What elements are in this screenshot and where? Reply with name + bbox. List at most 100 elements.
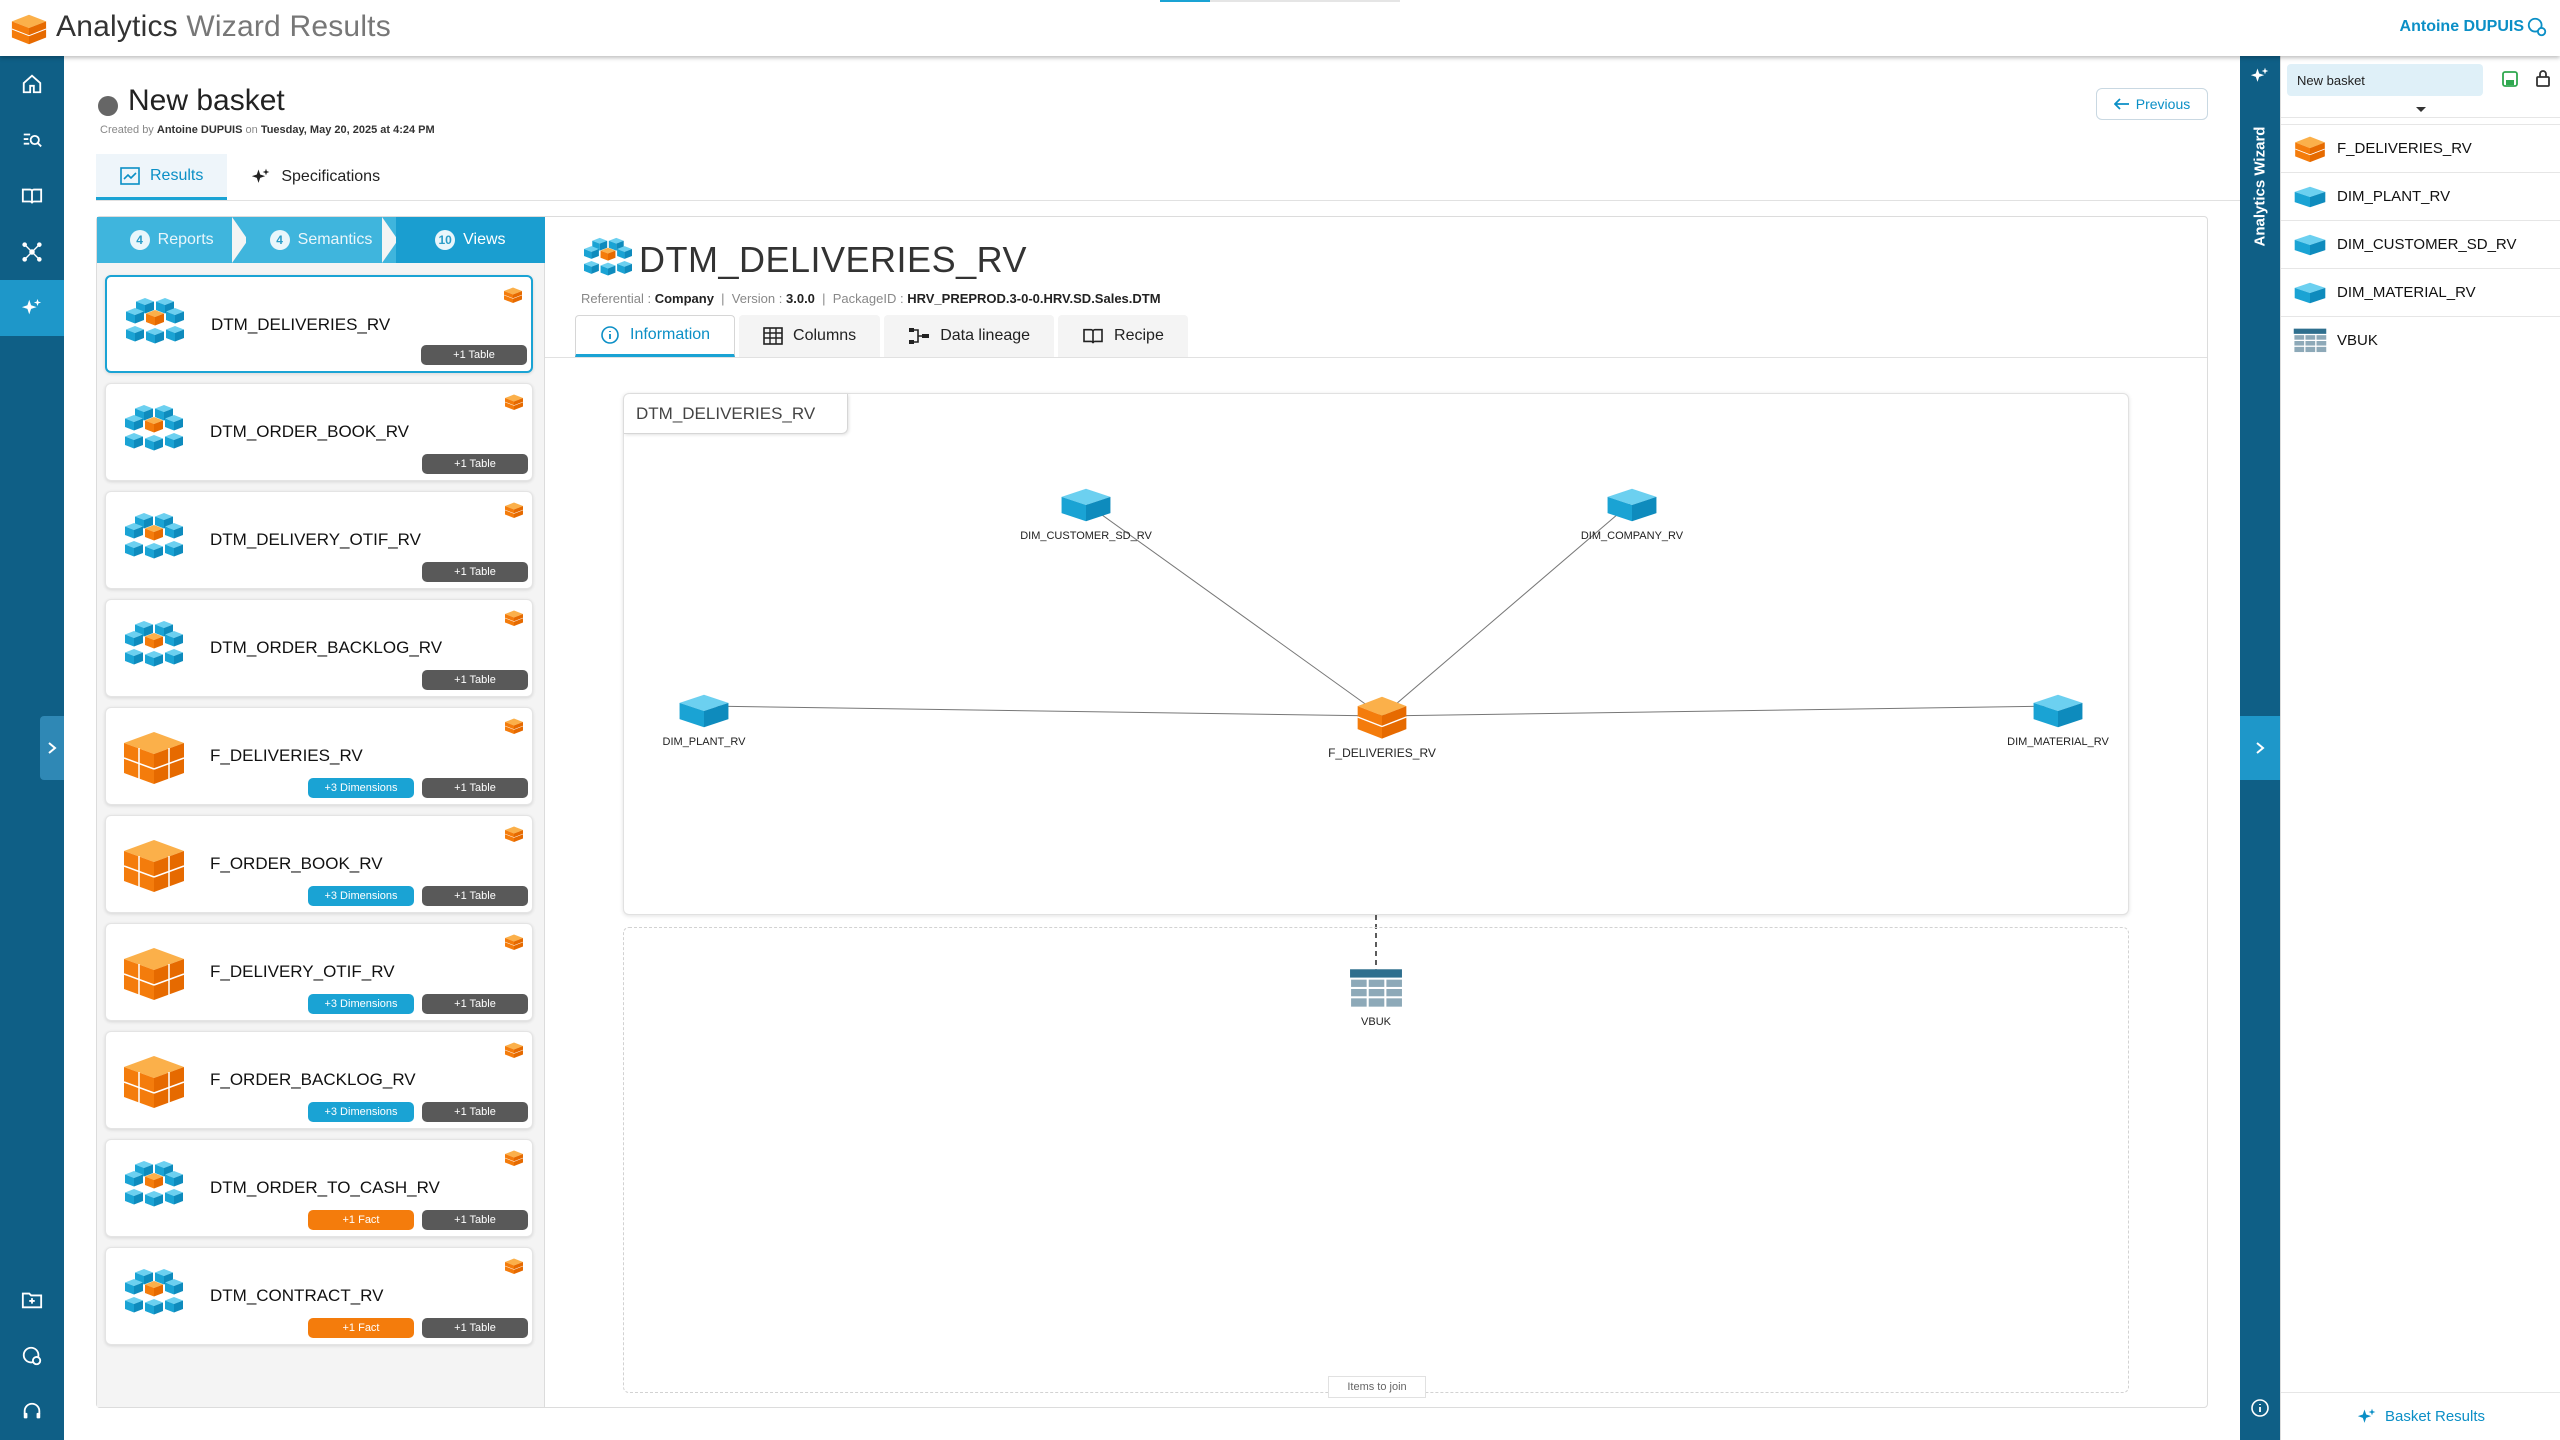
save-icon[interactable]	[2501, 70, 2519, 88]
object-type-icon	[504, 500, 524, 520]
nav-analytics-wizard[interactable]	[0, 280, 64, 336]
nav-home[interactable]	[0, 56, 64, 112]
badge-tbl[interactable]: +1 Table	[422, 454, 528, 474]
basket-item[interactable]: DIM_CUSTOMER_SD_RV	[2281, 220, 2560, 268]
badge-dim[interactable]: +3 Dimensions	[308, 886, 414, 906]
badge-tbl[interactable]: +1 Table	[422, 1318, 528, 1338]
fact-table-icon	[120, 944, 188, 1002]
view-card[interactable]: F_ORDER_BACKLOG_RV +3 Dimensions +1 Table	[105, 1031, 533, 1129]
tab-recipe[interactable]: Recipe	[1058, 315, 1188, 357]
badge-tbl[interactable]: +1 Table	[422, 778, 528, 798]
wizard-side-title: Analytics Wizard	[2244, 96, 2276, 276]
nav-user-settings[interactable]	[0, 1328, 64, 1384]
view-card[interactable]: DTM_DELIVERIES_RV +1 Table	[105, 275, 533, 373]
view-card-badges: +3 Dimensions +1 Table	[308, 994, 528, 1014]
app-title: Analytics Wizard Results	[56, 10, 391, 44]
view-card[interactable]: DTM_DELIVERY_OTIF_RV +1 Table	[105, 491, 533, 589]
badge-tbl[interactable]: +1 Table	[422, 886, 528, 906]
view-card[interactable]: DTM_ORDER_BACKLOG_RV +1 Table	[105, 599, 533, 697]
step-reports[interactable]: 4 Reports	[97, 217, 249, 263]
view-card-badges: +1 Fact +1 Table	[308, 1210, 528, 1230]
view-card-name: DTM_ORDER_TO_CASH_RV	[210, 1178, 440, 1197]
object-type-icon	[504, 824, 524, 844]
tab-information-label: Information	[630, 326, 711, 343]
previous-button[interactable]: Previous	[2096, 88, 2208, 120]
badge-dim[interactable]: +3 Dimensions	[308, 1102, 414, 1122]
lock-icon[interactable]	[2535, 68, 2551, 88]
tab-columns[interactable]: Columns	[739, 315, 881, 357]
nav-folder[interactable]	[0, 1272, 64, 1328]
tab-results[interactable]: Results	[96, 154, 228, 200]
badge-tbl[interactable]: +1 Table	[422, 1210, 528, 1230]
tab-data-lineage[interactable]: Data lineage	[884, 315, 1055, 357]
nav-search[interactable]	[0, 112, 64, 168]
tabs-divider	[96, 200, 2240, 201]
basket-item[interactable]: VBUK	[2281, 316, 2560, 364]
node-table-vbuk[interactable]: VBUK	[1296, 968, 1456, 1028]
left-panel-expand-button[interactable]	[40, 716, 64, 780]
tab-specifications-label: Specifications	[281, 168, 381, 185]
badge-tbl[interactable]: +1 Table	[421, 345, 527, 365]
nav-graph[interactable]	[0, 224, 64, 280]
meta-on-label: on	[245, 124, 258, 136]
object-type-icon	[504, 1148, 524, 1168]
badge-tbl[interactable]: +1 Table	[422, 670, 528, 690]
basket-item[interactable]: F_DELIVERIES_RV	[2281, 124, 2560, 172]
user-settings-icon[interactable]	[2526, 16, 2548, 38]
tab-information[interactable]: Information	[575, 315, 736, 357]
view-card[interactable]: DTM_ORDER_BOOK_RV +1 Table	[105, 383, 533, 481]
node-dim-customer[interactable]: DIM_CUSTOMER_SD_RV	[996, 486, 1176, 542]
graph-edges	[703, 501, 2059, 717]
view-card[interactable]: DTM_CONTRACT_RV +1 Fact +1 Table	[105, 1247, 533, 1345]
info-icon[interactable]	[2250, 1398, 2270, 1418]
dimension-icon	[676, 692, 732, 730]
badge-tbl[interactable]: +1 Table	[422, 1102, 528, 1122]
node-table-label: VBUK	[1361, 1016, 1391, 1028]
node-dim-company-label: DIM_COMPANY_RV	[1580, 530, 1684, 542]
basket-name-field[interactable]: New basket	[2287, 64, 2483, 96]
basket-item[interactable]: DIM_MATERIAL_RV	[2281, 268, 2560, 316]
object-type-icon	[504, 608, 524, 628]
badge-fact[interactable]: +1 Fact	[308, 1318, 414, 1338]
node-fact-center[interactable]: F_DELIVERIES_RV	[1292, 694, 1472, 760]
chevron-right-icon	[48, 742, 57, 754]
dimension-icon	[1058, 486, 1114, 524]
user-gear-icon	[22, 1346, 42, 1366]
view-card[interactable]: DTM_ORDER_TO_CASH_RV +1 Fact +1 Table	[105, 1139, 533, 1237]
nav-catalog[interactable]	[0, 168, 64, 224]
step-semantics-count: 4	[269, 230, 290, 250]
view-card[interactable]: F_DELIVERIES_RV +3 Dimensions +1 Table	[105, 707, 533, 805]
view-card-name: DTM_DELIVERIES_RV	[211, 315, 391, 334]
left-nav	[0, 56, 64, 1440]
star-schema-graph: DTM_DELIVERIES_RV DIM_CUSTOMER_SD_RV DIM…	[623, 393, 2129, 915]
badge-dim[interactable]: +3 Dimensions	[308, 778, 414, 798]
nav-support[interactable]	[0, 1384, 64, 1440]
table-icon	[2293, 328, 2327, 354]
node-dim-material[interactable]: DIM_MATERIAL_RV	[1978, 692, 2138, 748]
basket-results-button[interactable]: Basket Results	[2281, 1392, 2560, 1440]
basket-results-label: Basket Results	[2384, 1408, 2486, 1425]
fact-table-icon	[120, 1052, 188, 1110]
view-card[interactable]: F_DELIVERY_OTIF_RV +3 Dimensions +1 Table	[105, 923, 533, 1021]
open-book-icon	[1083, 328, 1103, 344]
badge-dim[interactable]: +3 Dimensions	[308, 994, 414, 1014]
tab-recipe-label: Recipe	[1114, 327, 1164, 344]
badge-tbl[interactable]: +1 Table	[422, 994, 528, 1014]
badge-fact[interactable]: +1 Fact	[308, 1210, 414, 1230]
view-meta: Referential : Company | Version : 3.0.0 …	[581, 291, 1161, 306]
view-card[interactable]: F_ORDER_BOOK_RV +3 Dimensions +1 Table	[105, 815, 533, 913]
caret-down-icon[interactable]	[2415, 106, 2427, 114]
app-logo-icon[interactable]	[10, 10, 48, 48]
node-dim-plant[interactable]: DIM_PLANT_RV	[624, 692, 784, 748]
basket-item[interactable]: DIM_PLANT_RV	[2281, 172, 2560, 220]
badge-tbl[interactable]: +1 Table	[422, 562, 528, 582]
step-semantics[interactable]: 4 Semantics	[246, 217, 398, 263]
tab-specifications[interactable]: Specifications	[227, 154, 404, 200]
user-name[interactable]: Antoine DUPUIS	[2400, 18, 2524, 36]
right-panel-toggle-button[interactable]	[2240, 716, 2280, 780]
step-views[interactable]: 10 Views	[395, 217, 545, 263]
wizard-side-bar: Analytics Wizard	[2240, 56, 2280, 1440]
folder-icon	[21, 1292, 43, 1309]
node-dim-company[interactable]: DIM_COMPANY_RV	[1542, 486, 1722, 542]
top-progress-line	[1160, 0, 1400, 2]
